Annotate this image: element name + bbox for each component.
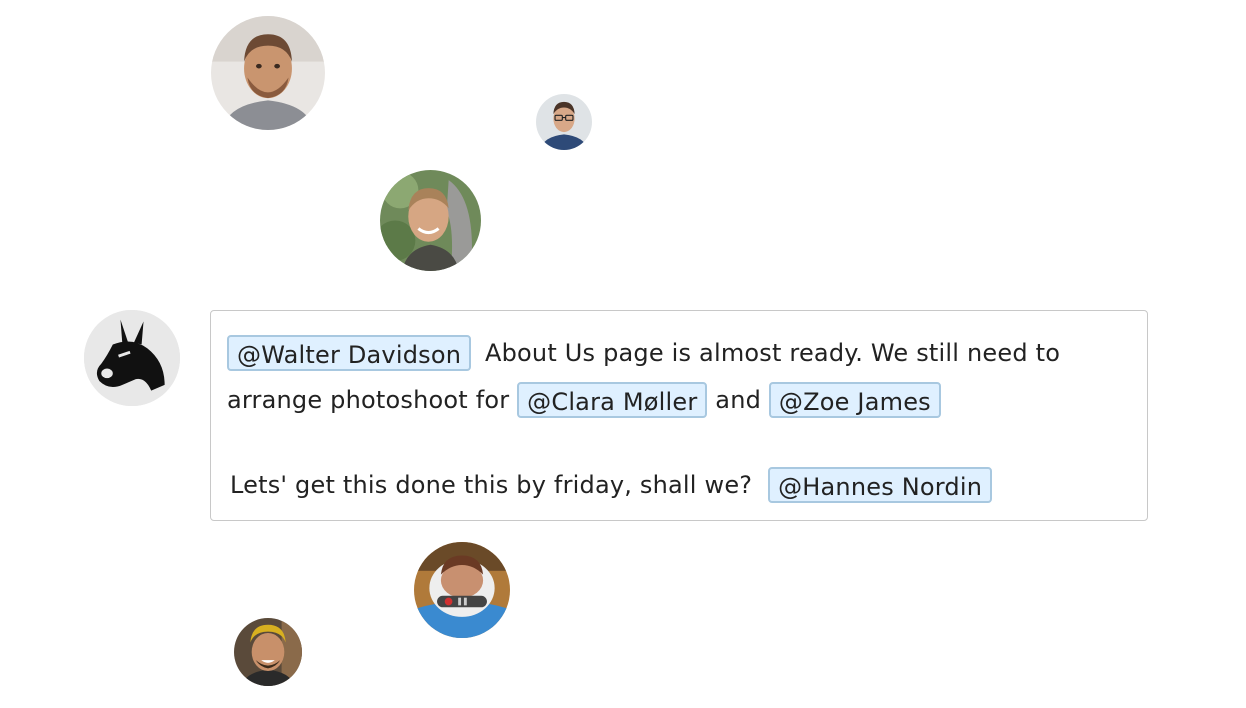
message-line-2: arrange photoshoot for @Clara Møller and… <box>227 376 1131 423</box>
avatar-zoe-james[interactable] <box>414 542 510 638</box>
user-photo-icon <box>380 170 481 271</box>
avatar-user[interactable] <box>536 94 592 150</box>
message-text-3: Lets' get this done this by friday, shal… <box>230 471 753 499</box>
user-photo-icon <box>536 94 592 150</box>
mention-walter-davidson[interactable]: @Walter Davidson <box>227 335 472 371</box>
message-text-1: About Us page is almost ready. We still … <box>484 339 1061 367</box>
avatar-clara-moller[interactable] <box>380 170 481 271</box>
user-photo-icon <box>211 16 325 130</box>
message-text-and: and <box>715 386 762 414</box>
user-photo-icon <box>414 542 510 638</box>
mention-zoe-james[interactable]: @Zoe James <box>768 382 941 418</box>
mention-clara-moller[interactable]: @Clara Møller <box>517 382 708 418</box>
donkey-icon <box>84 310 180 406</box>
avatar-author[interactable] <box>84 310 180 406</box>
user-photo-icon <box>234 618 302 686</box>
mention-hannes-nordin[interactable]: @Hannes Nordin <box>768 467 993 503</box>
avatar-walter-davidson[interactable] <box>211 16 325 130</box>
avatar-hannes-nordin[interactable] <box>234 618 302 686</box>
message-editor[interactable]: @Walter Davidson About Us page is almost… <box>210 310 1148 521</box>
message-text-2: arrange photoshoot for <box>227 386 510 414</box>
message-line-1: @Walter Davidson About Us page is almost… <box>227 329 1131 376</box>
message-line-3: Lets' get this done this by friday, shal… <box>227 461 1131 508</box>
